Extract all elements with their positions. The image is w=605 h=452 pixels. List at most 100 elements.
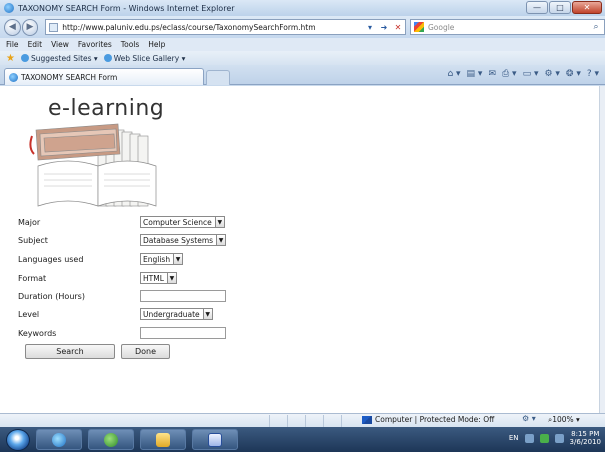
action-center-icon[interactable] <box>554 433 564 443</box>
minimize-button[interactable]: — <box>526 1 548 14</box>
search-box[interactable]: Google ⌕ <box>409 19 605 35</box>
menu-tools[interactable]: Tools <box>121 40 139 49</box>
menu-favorites[interactable]: Favorites <box>78 40 112 49</box>
folder-icon <box>156 432 170 447</box>
page-icon <box>49 22 59 32</box>
search-input[interactable]: Google <box>428 23 588 32</box>
mail-icon[interactable]: ✉ <box>488 69 496 79</box>
home-icon[interactable]: ⌂ ▾ <box>447 69 460 79</box>
tools-icon[interactable]: ❂ ▾ <box>566 69 581 79</box>
safety-icon[interactable]: ⚙ ▾ <box>544 69 559 79</box>
start-button[interactable] <box>6 428 30 451</box>
menu-help[interactable]: Help <box>148 40 165 49</box>
zoom-level[interactable]: ⌕100% ▾ <box>548 415 580 425</box>
taskbar-explorer-button[interactable] <box>140 429 186 450</box>
level-label: Level <box>18 309 40 319</box>
languages-select[interactable]: English ▼ <box>140 253 184 265</box>
go-icon[interactable]: ➜ <box>377 23 391 32</box>
dropdown-arrow-icon[interactable]: ▼ <box>202 309 212 319</box>
status-segment <box>288 414 306 427</box>
address-bar[interactable]: http://www.paluniv.edu.ps/eclass/course/… <box>45 19 406 35</box>
form-row-languages: Languages used English ▼ <box>18 253 184 265</box>
clock-date: 3/6/2010 <box>569 438 601 446</box>
system-tray: EN 8:15 PM 3/6/2010 <box>509 430 601 446</box>
menu-bar: File Edit View Favorites Tools Help <box>0 38 605 51</box>
status-bar: Computer | Protected Mode: Off ⚙ ▾ ⌕100%… <box>0 413 605 427</box>
menu-file[interactable]: File <box>6 40 19 49</box>
favorite-label: Web Slice Gallery ▾ <box>113 53 186 63</box>
done-button[interactable]: Done <box>121 344 170 359</box>
taskbar-word-button[interactable] <box>192 429 238 450</box>
form-row-level: Level Undergraduate ▼ <box>18 308 213 320</box>
taskbar: EN 8:15 PM 3/6/2010 <box>0 427 605 452</box>
internet-explorer-icon <box>52 432 66 447</box>
command-bar: ⌂ ▾ ▤ ▾ ✉ ⎙ ▾ ▭ ▾ ⚙ ▾ ❂ ▾ ? ▾ <box>447 69 599 79</box>
menu-edit[interactable]: Edit <box>28 40 43 49</box>
computer-zone-icon <box>362 415 372 424</box>
window-title: TAXONOMY SEARCH Form - Windows Internet … <box>18 3 235 13</box>
subject-select[interactable]: Database Systems ▼ <box>140 234 227 246</box>
network-icon[interactable] <box>539 433 549 443</box>
favorites-bar: ★ Suggested Sites ▾ Web Slice Gallery ▾ <box>0 51 605 65</box>
e-learning-logo: e-learning <box>28 96 173 211</box>
dropdown-arrow-icon[interactable]: ▼ <box>214 217 224 227</box>
favorite-label: Suggested Sites ▾ <box>30 53 98 63</box>
level-select[interactable]: Undergraduate ▼ <box>140 308 213 320</box>
format-label: Format <box>18 273 47 283</box>
favorites-star-icon[interactable]: ★ <box>6 53 15 64</box>
language-indicator[interactable]: EN <box>509 434 519 442</box>
clock-time: 8:15 PM <box>571 430 600 438</box>
subject-value: Database Systems <box>143 235 214 245</box>
favorite-web-slice-gallery[interactable]: Web Slice Gallery ▾ <box>103 53 186 63</box>
major-select[interactable]: Computer Science ▼ <box>140 216 225 228</box>
search-button[interactable]: Search <box>25 344 115 359</box>
languages-label: Languages used <box>18 254 84 264</box>
suggested-sites-icon <box>20 54 29 62</box>
address-dropdown-icon[interactable]: ▾ <box>363 23 377 32</box>
status-segment <box>270 414 288 427</box>
maximize-button[interactable]: □ <box>549 1 571 14</box>
page-content: e-learning Major Computer Science ▼ Subj… <box>0 86 599 413</box>
format-select[interactable]: HTML ▼ <box>140 272 177 284</box>
tab-taxonomy-search[interactable]: TAXONOMY SEARCH Form <box>4 68 204 85</box>
taskbar-ie-button[interactable] <box>36 429 82 450</box>
languages-value: English <box>143 254 171 264</box>
duration-input[interactable] <box>140 290 226 302</box>
duration-label: Duration (Hours) <box>18 291 85 301</box>
ie-logo-icon <box>4 3 14 13</box>
new-tab-button[interactable] <box>206 70 230 85</box>
form-row-keywords: Keywords <box>18 327 226 339</box>
url-input[interactable]: http://www.paluniv.edu.ps/eclass/course/… <box>62 23 363 32</box>
stop-icon[interactable]: ✕ <box>391 23 405 32</box>
print-icon[interactable]: ⎙ ▾ <box>502 69 517 79</box>
dropdown-arrow-icon[interactable]: ▼ <box>216 235 226 245</box>
volume-icon[interactable] <box>524 433 534 443</box>
dropdown-arrow-icon[interactable]: ▼ <box>173 254 183 264</box>
menu-view[interactable]: View <box>51 40 69 49</box>
taskbar-messenger-button[interactable] <box>88 429 134 450</box>
form-row-format: Format HTML ▼ <box>18 272 177 284</box>
tab-label: TAXONOMY SEARCH Form <box>21 72 118 82</box>
search-icon[interactable]: ⌕ <box>588 22 604 32</box>
major-label: Major <box>18 217 41 227</box>
help-icon[interactable]: ? ▾ <box>587 69 599 79</box>
security-zone[interactable]: Computer | Protected Mode: Off <box>362 415 494 424</box>
book-stack-icon <box>29 123 157 207</box>
google-icon <box>413 22 424 32</box>
back-button[interactable]: ◀ <box>4 18 21 36</box>
dropdown-arrow-icon[interactable]: ▼ <box>166 273 176 283</box>
window-controls: — □ ✕ <box>526 1 602 14</box>
keywords-input[interactable] <box>140 327 226 339</box>
close-button[interactable]: ✕ <box>572 1 602 14</box>
form-row-major: Major Computer Science ▼ <box>18 216 225 228</box>
form-row-duration: Duration (Hours) <box>18 290 226 302</box>
clock[interactable]: 8:15 PM 3/6/2010 <box>570 430 601 446</box>
vertical-scrollbar[interactable] <box>599 86 605 413</box>
feeds-icon[interactable]: ▤ ▾ <box>467 69 483 79</box>
forward-button[interactable]: ▶ <box>21 18 39 36</box>
title-bar: TAXONOMY SEARCH Form - Windows Internet … <box>0 0 605 16</box>
page-menu-icon[interactable]: ▭ ▾ <box>523 69 539 79</box>
security-zone-text: Computer | Protected Mode: Off <box>375 415 495 424</box>
status-gear-icon[interactable]: ⚙ ▾ <box>522 414 536 423</box>
favorite-suggested-sites[interactable]: Suggested Sites ▾ <box>20 53 98 63</box>
